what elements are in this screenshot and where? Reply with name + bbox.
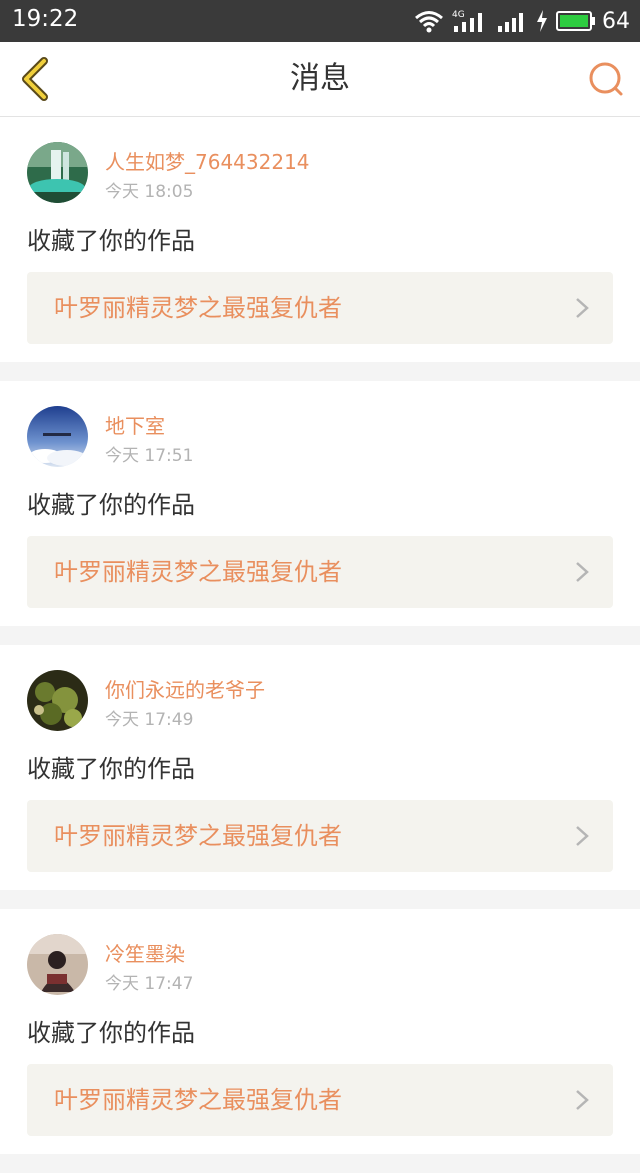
back-button[interactable] <box>14 57 58 101</box>
wifi-icon <box>415 11 443 33</box>
action-text: 收藏了你的作品 <box>27 491 195 519</box>
battery-icon <box>556 11 595 31</box>
work-link[interactable]: 叶罗丽精灵梦之最强复仇者 <box>27 536 613 608</box>
chevron-right-icon <box>576 826 589 846</box>
username[interactable]: 地下室 <box>105 410 165 439</box>
action-text: 收藏了你的作品 <box>27 227 195 255</box>
avatar[interactable] <box>27 406 88 467</box>
action-text: 收藏了你的作品 <box>27 755 195 783</box>
status-bar: 19:22 4G 64 <box>0 0 640 42</box>
timestamp: 今天 17:49 <box>105 710 194 730</box>
status-icons: 4G 64 <box>406 0 630 42</box>
action-text: 收藏了你的作品 <box>27 1019 195 1047</box>
status-time: 19:22 <box>12 6 79 32</box>
username[interactable]: 人生如梦_764432214 <box>105 146 310 175</box>
network-label: 4G <box>452 10 465 20</box>
header: 消息 <box>0 42 640 117</box>
username[interactable]: 你们永远的老爷子 <box>105 674 265 703</box>
notification-list: 人生如梦_764432214 今天 18:05 收藏了你的作品 叶罗丽精灵梦之最… <box>0 117 640 1173</box>
work-link[interactable]: 叶罗丽精灵梦之最强复仇者 <box>27 800 613 872</box>
avatar[interactable] <box>27 934 88 995</box>
notification-item: 人生如梦_764432214 今天 18:05 收藏了你的作品 叶罗丽精灵梦之最… <box>0 117 640 362</box>
chevron-right-icon <box>576 298 589 318</box>
notification-item: 你们永远的老爷子 今天 17:49 收藏了你的作品 叶罗丽精灵梦之最强复仇者 <box>0 645 640 890</box>
work-title: 叶罗丽精灵梦之最强复仇者 <box>54 294 342 322</box>
cellular-4g-icon: 4G <box>452 10 482 32</box>
work-title: 叶罗丽精灵梦之最强复仇者 <box>54 1086 342 1114</box>
notification-item: 冷笙墨染 今天 17:47 收藏了你的作品 叶罗丽精灵梦之最强复仇者 <box>0 909 640 1154</box>
battery-level: 64 <box>602 8 630 34</box>
timestamp: 今天 17:51 <box>105 446 194 466</box>
page-title: 消息 <box>290 61 350 96</box>
avatar[interactable] <box>27 142 88 203</box>
chevron-right-icon <box>576 562 589 582</box>
work-title: 叶罗丽精灵梦之最强复仇者 <box>54 822 342 850</box>
timestamp: 今天 18:05 <box>105 182 194 202</box>
charging-icon <box>537 10 547 32</box>
work-link[interactable]: 叶罗丽精灵梦之最强复仇者 <box>27 272 613 344</box>
username[interactable]: 冷笙墨染 <box>105 938 185 967</box>
avatar[interactable] <box>27 670 88 731</box>
chevron-right-icon <box>576 1090 589 1110</box>
cellular-signal-icon <box>498 13 523 32</box>
work-link[interactable]: 叶罗丽精灵梦之最强复仇者 <box>27 1064 613 1136</box>
search-icon[interactable] <box>586 59 626 99</box>
timestamp: 今天 17:47 <box>105 974 194 994</box>
notification-item: 地下室 今天 17:51 收藏了你的作品 叶罗丽精灵梦之最强复仇者 <box>0 381 640 626</box>
work-title: 叶罗丽精灵梦之最强复仇者 <box>54 558 342 586</box>
